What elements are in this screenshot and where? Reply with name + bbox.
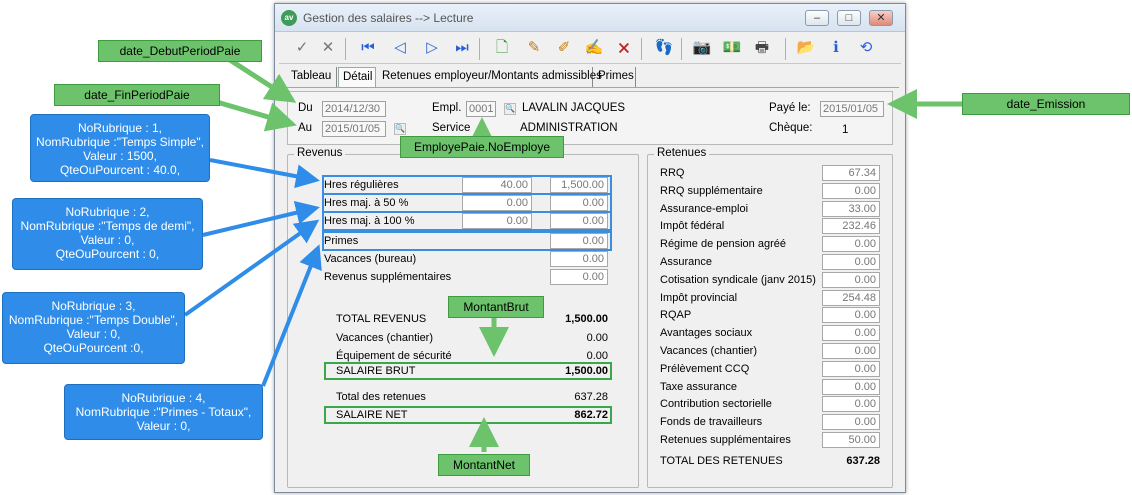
annotation-date-fin: date_FinPeriodPaie <box>54 84 220 106</box>
annotation-date-emission: date_Emission <box>962 93 1130 115</box>
annotation-rubrique2: NoRubrique : 2, NomRubrique :"Temps de d… <box>12 198 203 270</box>
arrow-rubrique2 <box>202 200 320 237</box>
arrow-date-debut <box>228 57 297 103</box>
annotation-montant-net: MontantNet <box>438 454 530 476</box>
arrow-rubrique4 <box>261 244 322 387</box>
annotation-date-debut: date_DebutPeriodPaie <box>98 40 262 62</box>
arrow-date-fin <box>209 97 297 132</box>
annotation-employe: EmployePaie.NoEmploye <box>400 136 564 158</box>
annotation-rubrique3: NoRubrique : 3, NomRubrique :"Temps Doub… <box>2 292 185 364</box>
annotation-rubrique4: NoRubrique : 4, NomRubrique :"Primes - T… <box>64 384 263 440</box>
arrow-rubrique1 <box>209 158 320 189</box>
annotation-rubrique1: NoRubrique : 1, NomRubrique :"Temps Simp… <box>30 114 210 182</box>
annotation-montant-brut: MontantBrut <box>448 296 544 318</box>
